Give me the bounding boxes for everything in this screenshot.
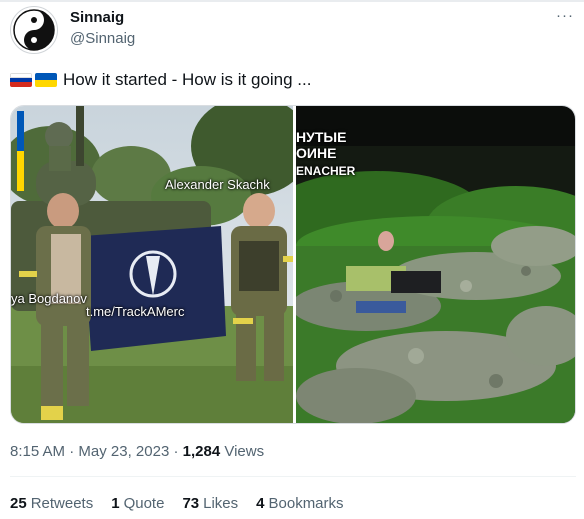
quotes-count: 1: [111, 495, 120, 512]
photo-left-image: [11, 106, 293, 423]
author-avatar[interactable]: [10, 6, 58, 54]
overlay-name-left: ya Bogdanov: [11, 291, 87, 306]
divider-upper: [10, 476, 576, 477]
yin-yang-icon: [13, 9, 55, 51]
tweet-body: How it started - How is it going ...: [63, 70, 312, 89]
overlay-link: t.me/TrackAMerc: [86, 304, 185, 319]
retweets-count: 25: [10, 495, 27, 512]
stat-retweets[interactable]: 25 Retweets: [10, 495, 93, 512]
ukraine-flag-icon: [35, 73, 57, 87]
top-divider: [0, 0, 584, 2]
tweet-media[interactable]: Alexander Skachk ya Bogdanov t.me/TrackA…: [10, 105, 576, 424]
overlay-title-line2: ОИНЕ: [296, 145, 337, 161]
overlay-title-line1: НУТЫЕ: [296, 129, 347, 145]
author-display-name[interactable]: Sinnaig: [70, 9, 124, 26]
author-handle[interactable]: @Sinnaig: [70, 30, 135, 47]
tweet-date[interactable]: May 23, 2023: [78, 443, 169, 460]
engagement-stats: 25 Retweets 1 Quote 73 Likes 4 Bookmarks: [10, 495, 344, 512]
stat-likes[interactable]: 73 Likes: [182, 495, 238, 512]
stat-bookmarks[interactable]: 4 Bookmarks: [256, 495, 343, 512]
views-count: 1,284: [182, 443, 221, 460]
tweet-meta: 8:15 AM · May 23, 2023 · 1,284 Views: [10, 443, 264, 460]
russia-flag-icon: [10, 73, 32, 87]
quotes-label: Quote: [123, 495, 165, 512]
meta-separator-2: ·: [169, 443, 183, 460]
views-label: Views: [224, 443, 265, 460]
tweet-time[interactable]: 8:15 AM: [10, 443, 65, 460]
photo-right-image: [296, 106, 575, 423]
meta-separator: ·: [65, 443, 79, 460]
tweet-text: How it started - How is it going ...: [10, 70, 311, 90]
overlay-name-right: Alexander Skachk: [165, 177, 270, 192]
more-options-icon[interactable]: ···: [556, 7, 574, 24]
stat-quotes[interactable]: 1 Quote: [111, 495, 164, 512]
photo-right[interactable]: НУТЫЕ ОИНЕ ENACHER: [296, 106, 575, 423]
likes-label: Likes: [203, 495, 239, 512]
bookmarks-count: 4: [256, 495, 265, 512]
bookmarks-label: Bookmarks: [268, 495, 344, 512]
retweets-label: Retweets: [30, 495, 94, 512]
photo-left[interactable]: Alexander Skachk ya Bogdanov t.me/TrackA…: [11, 106, 293, 423]
likes-count: 73: [182, 495, 200, 512]
overlay-title-line3: ENACHER: [296, 164, 356, 178]
